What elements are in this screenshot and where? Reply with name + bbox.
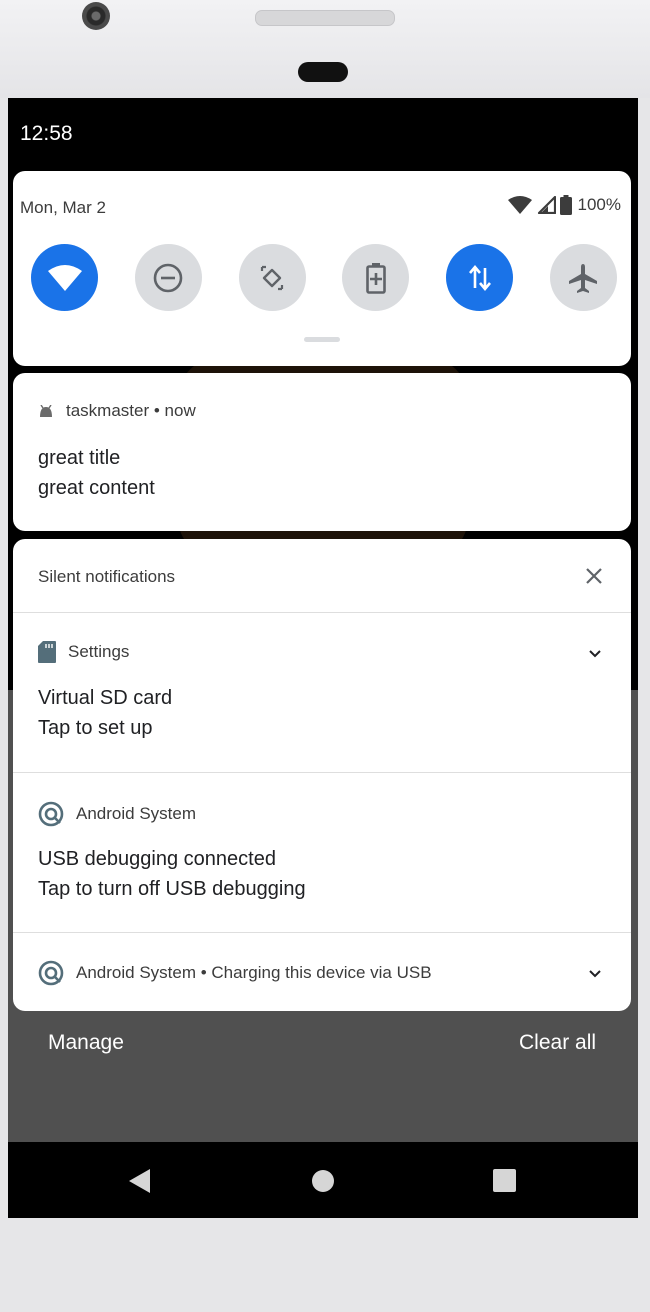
phone-frame-top — [0, 0, 650, 98]
divider — [13, 612, 631, 613]
notification-header: taskmaster • now — [38, 401, 196, 421]
app-name: taskmaster — [66, 401, 150, 420]
battery-saver-tile[interactable] — [342, 244, 410, 311]
notification-content: great content — [38, 477, 155, 499]
battery-saver-icon — [366, 262, 386, 294]
quick-tiles-row — [31, 244, 617, 311]
manage-button[interactable]: Manage — [48, 1031, 124, 1055]
notification-header: Android System — [38, 801, 196, 827]
status-time: 12:58 — [20, 122, 73, 145]
wifi-signal-icon — [507, 196, 532, 214]
do-not-disturb-icon — [153, 263, 183, 292]
front-camera — [82, 2, 110, 30]
do-not-disturb-tile[interactable] — [134, 244, 202, 311]
back-icon[interactable] — [128, 1168, 152, 1194]
quick-settings-panel: Mon, Mar 2 100% — [13, 171, 631, 366]
wifi-icon — [47, 264, 82, 291]
drag-handle[interactable] — [304, 337, 340, 342]
auto-rotate-icon — [260, 265, 284, 290]
notification-header: Android System • Charging this device vi… — [38, 960, 432, 986]
speaker-grille — [255, 10, 395, 26]
chevron-down-icon[interactable] — [587, 965, 603, 981]
cell-signal-icon — [537, 196, 556, 214]
divider — [13, 932, 631, 933]
android-system-icon — [38, 801, 64, 827]
phone-frame-bottom — [0, 1218, 650, 1312]
clear-all-button[interactable]: Clear all — [519, 1031, 596, 1055]
recents-icon[interactable] — [493, 1169, 516, 1192]
notification-header: Settings — [38, 641, 129, 663]
chevron-down-icon[interactable] — [587, 645, 603, 661]
mobile-data-icon — [468, 264, 491, 291]
airplane-mode-icon — [569, 263, 598, 293]
android-robot-icon — [40, 405, 52, 417]
divider — [13, 772, 631, 773]
notification-title: Virtual SD card — [38, 687, 173, 709]
sd-card-icon — [38, 641, 56, 663]
notification-text: Tap to turn off USB debugging — [38, 878, 306, 900]
app-name: Android System — [76, 963, 196, 982]
battery-percent: 100% — [577, 195, 621, 214]
wifi-tile[interactable] — [31, 244, 98, 311]
android-system-icon — [38, 960, 64, 986]
navigation-bar — [8, 1142, 638, 1218]
notification-title: USB debugging connected — [38, 848, 276, 870]
auto-rotate-tile[interactable] — [238, 244, 306, 311]
earpiece — [298, 62, 348, 82]
status-icons: 100% — [507, 195, 621, 215]
notification-taskmaster[interactable]: taskmaster • now great title great conte… — [13, 373, 631, 531]
close-icon[interactable] — [583, 565, 605, 587]
airplane-mode-tile[interactable] — [549, 244, 617, 311]
home-icon[interactable] — [311, 1169, 335, 1193]
battery-icon — [559, 195, 572, 215]
mobile-data-tile[interactable] — [446, 244, 514, 311]
silent-notifications-group: Silent notifications Settings Virtual SD… — [13, 539, 631, 1011]
notification-title: great title — [38, 447, 121, 469]
app-name: Settings — [68, 642, 130, 661]
notification-text: Tap to set up — [38, 717, 153, 739]
notification-time: now — [164, 401, 196, 420]
date-label: Mon, Mar 2 — [20, 198, 106, 217]
silent-header: Silent notifications — [38, 567, 176, 586]
app-name: Android System — [76, 804, 196, 823]
screen: 12:58 Mon, Mar 2 100% taskmaster • now g… — [8, 98, 638, 1218]
notification-summary: Charging this device via USB — [211, 963, 432, 982]
